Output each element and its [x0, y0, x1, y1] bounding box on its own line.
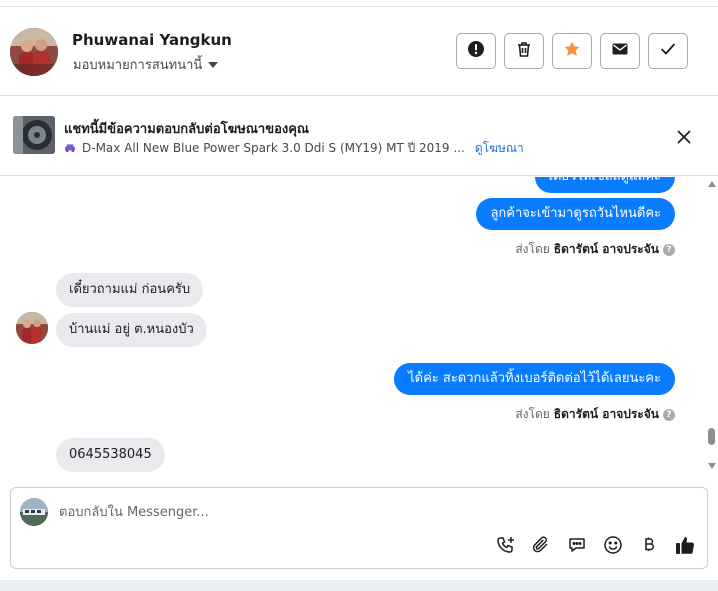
message-input[interactable]: [59, 501, 659, 523]
assign-conversation-dropdown[interactable]: มอบหมายการสนทนานี้: [73, 54, 219, 75]
message-outgoing[interactable]: เดี๋ยวให้เซลล์ดูแลค่ะ: [534, 177, 675, 193]
message-outgoing[interactable]: ได้ค่ะ สะดวกแล้วทิ้งเบอร์ติดต่อไว้ได้เลย…: [394, 363, 675, 395]
car-icon: [64, 142, 76, 156]
sent-by-label: ส่งโดย ธิดารัตน์ อาจประจัน ?: [515, 240, 675, 259]
star-icon: [563, 40, 581, 62]
baht-icon: [639, 535, 659, 559]
saved-replies-button[interactable]: [565, 535, 589, 559]
exclamation-icon: [467, 40, 485, 62]
paperclip-icon: [531, 535, 551, 559]
report-spam-button[interactable]: [456, 33, 496, 69]
message-thread[interactable]: เดี๋ยวให้เซลล์ดูแลค่ะ ลูกค้าจะเข้ามาดูรถ…: [0, 177, 718, 480]
scrollbar-thumb[interactable]: [708, 428, 715, 445]
sender-name: ธิดารัตน์ อาจประจัน: [553, 407, 659, 421]
mark-unread-button[interactable]: [600, 33, 640, 69]
chat-bubble-icon: [567, 535, 587, 559]
assign-label: มอบหมายการสนทนานี้: [73, 58, 203, 73]
thumbs-up-icon: [674, 534, 696, 560]
phone-add-icon: [496, 535, 516, 559]
scroll-up-arrow-icon[interactable]: [708, 181, 716, 187]
thread-scrollbar[interactable]: [705, 177, 718, 477]
sent-by-prefix: ส่งโดย: [515, 407, 550, 421]
emoji-button[interactable]: [601, 535, 625, 559]
trash-icon: [515, 40, 533, 62]
contact-avatar-small[interactable]: [16, 312, 48, 344]
ad-banner-subtitle: D-Max All New Blue Power Spark 3.0 Ddi S…: [64, 139, 524, 158]
contact-avatar[interactable]: [10, 28, 58, 76]
help-icon[interactable]: ?: [663, 408, 675, 421]
emoji-icon: [603, 535, 623, 559]
sent-by-label: ส่งโดย ธิดารัตน์ อาจประจัน ?: [515, 405, 675, 424]
close-icon: [677, 129, 691, 148]
message-incoming[interactable]: เดี๋ยวถามแม่ ก่อนครับ: [56, 273, 204, 307]
help-icon[interactable]: ?: [663, 243, 675, 256]
star-button[interactable]: [552, 33, 592, 69]
reply-composer: [10, 487, 708, 569]
attach-button[interactable]: [529, 535, 553, 559]
mail-icon: [611, 40, 629, 62]
call-add-button[interactable]: [494, 535, 518, 559]
top-divider: [0, 0, 718, 7]
messenger-conversation: Phuwanai Yangkun มอบหมายการสนทนานี้ แชทน…: [0, 0, 718, 591]
bottom-strip: [0, 580, 718, 591]
ad-thumbnail[interactable]: [13, 116, 55, 154]
delete-button[interactable]: [504, 33, 544, 69]
caret-down-icon: [208, 61, 219, 68]
message-incoming[interactable]: 0645538045: [56, 438, 165, 472]
view-ad-link[interactable]: ดูโฆษณา: [475, 139, 524, 158]
sender-name: ธิดารัตน์ อาจประจัน: [553, 242, 659, 256]
close-banner-button[interactable]: [672, 126, 696, 150]
check-icon: [659, 40, 677, 62]
ad-product-name: D-Max All New Blue Power Spark 3.0 Ddi S…: [82, 141, 465, 155]
like-button[interactable]: [673, 535, 697, 559]
ad-reply-banner: แชทนี้มีข้อความตอบกลับต่อโฆษณาของคุณ D-M…: [0, 96, 718, 176]
scroll-down-arrow-icon[interactable]: [708, 463, 716, 469]
ad-banner-title: แชทนี้มีข้อความตอบกลับต่อโฆษณาของคุณ: [64, 122, 309, 137]
page-avatar: [20, 498, 48, 526]
conversation-header: Phuwanai Yangkun มอบหมายการสนทนานี้: [0, 7, 718, 96]
payment-button[interactable]: [637, 535, 661, 559]
message-outgoing[interactable]: ลูกค้าจะเข้ามาดูรถวันไหนดีคะ: [476, 198, 675, 230]
message-incoming[interactable]: บ้านแม่ อยู่ ต.หนองบัว: [56, 313, 207, 347]
contact-name[interactable]: Phuwanai Yangkun: [72, 31, 232, 49]
sent-by-prefix: ส่งโดย: [515, 242, 550, 256]
mark-done-button[interactable]: [648, 33, 688, 69]
